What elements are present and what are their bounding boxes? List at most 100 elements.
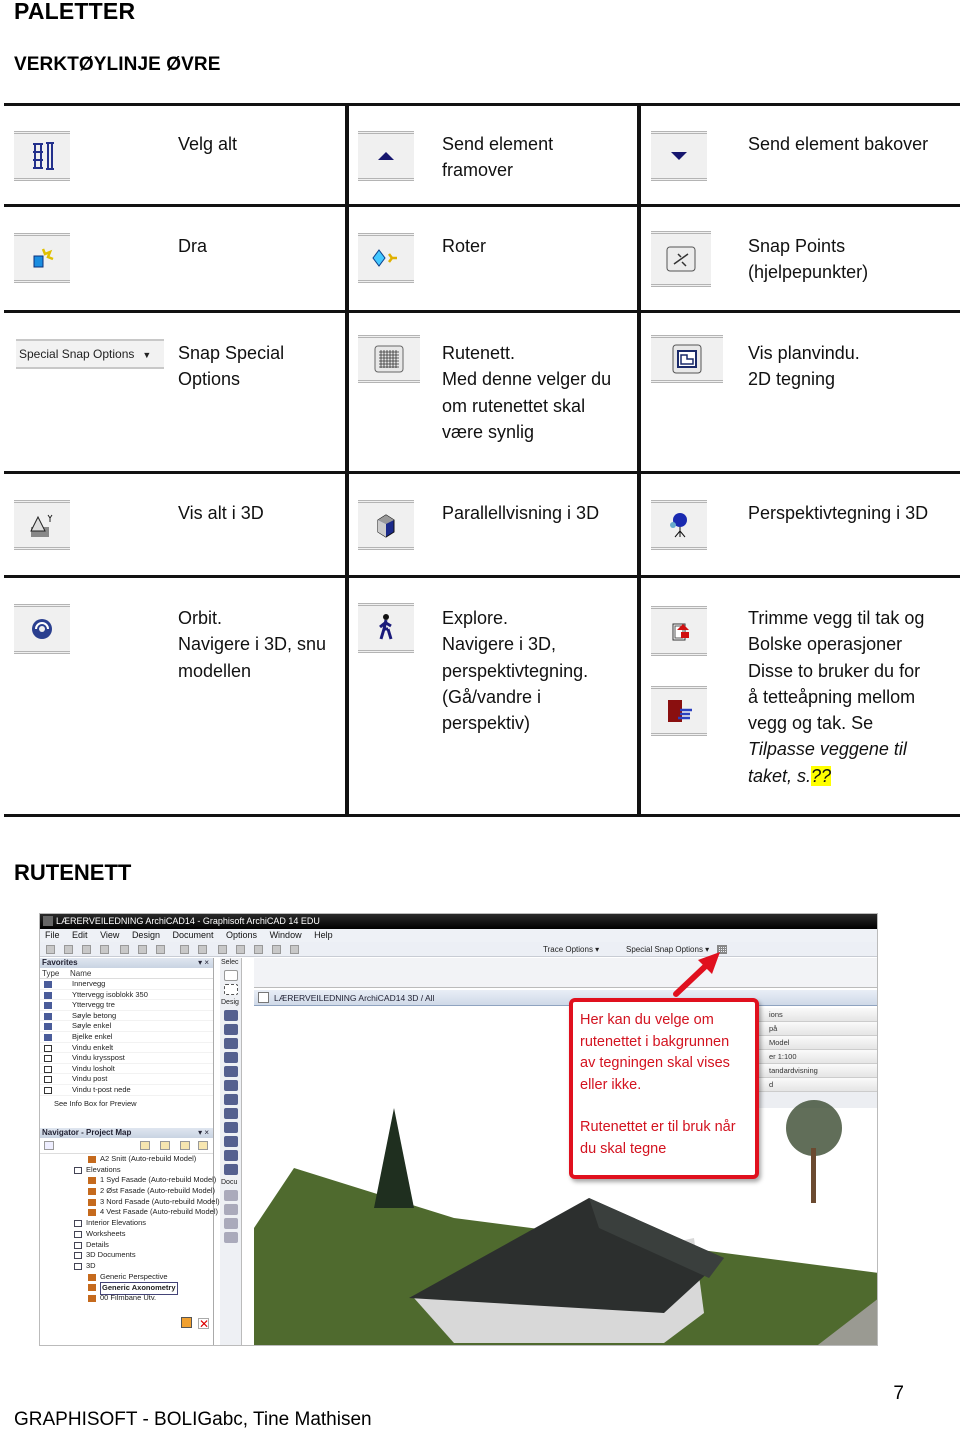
window-icon (44, 1044, 52, 1052)
teamwork-icon[interactable] (120, 945, 129, 954)
section-heading-grid: RUTENETT (14, 860, 132, 885)
tree-item[interactable]: Generic Perspective (40, 1272, 213, 1283)
delete-icon[interactable] (272, 945, 281, 954)
arrow-tool-icon[interactable] (223, 970, 238, 981)
list-item[interactable]: Vindu t-post nede (40, 1085, 213, 1096)
wall-tool-icon[interactable] (223, 1010, 238, 1021)
label-tool-icon[interactable] (223, 1232, 238, 1243)
tree-item[interactable]: Worksheets (40, 1229, 213, 1240)
tree-item[interactable]: Details (40, 1240, 213, 1251)
view-map-icon[interactable] (160, 1141, 170, 1150)
menu-file[interactable]: File (45, 930, 60, 940)
door-tool-icon[interactable] (223, 1024, 238, 1035)
text-tool-icon[interactable] (223, 1218, 238, 1229)
tree-item[interactable]: 3D (40, 1261, 213, 1272)
tree-item[interactable]: 3D Documents (40, 1250, 213, 1261)
list-item[interactable]: Vindu enkelt (40, 1043, 213, 1054)
new-file-icon[interactable] (46, 945, 55, 954)
list-item[interactable]: Bjelke enkel (40, 1032, 213, 1043)
mesh-tool-icon[interactable] (223, 1122, 238, 1133)
tool-label: Vis planvindu. 2D tegning (748, 343, 860, 390)
tool-label: Perspektivtegning i 3D (748, 503, 929, 523)
tree-item[interactable]: Generic Axonometry (40, 1282, 213, 1295)
save-icon[interactable] (82, 945, 91, 954)
list-item[interactable]: Yttervegg tre (40, 1000, 213, 1011)
list-item[interactable]: Vindu post (40, 1074, 213, 1085)
menu-view[interactable]: View (100, 930, 119, 940)
page-number: 7 (893, 1383, 904, 1404)
delete-icon[interactable]: ✕ (198, 1318, 209, 1330)
close-icon[interactable]: ▾ × (198, 1128, 209, 1138)
list-item[interactable]: Vindu krysspost (40, 1053, 213, 1064)
tree-item[interactable]: 1 Syd Fasade (Auto-rebuild Model) (40, 1175, 216, 1186)
beam-tool-icon[interactable] (223, 1066, 238, 1077)
tree-item[interactable]: 4 Vest Fasade (Auto-rebuild Model) (40, 1207, 218, 1218)
tree-item-label: Worksheets (86, 1228, 126, 1238)
tree-item[interactable]: A2 Snitt (Auto-rebuild Model) (40, 1154, 213, 1165)
view-icon (88, 1188, 96, 1196)
tool-label: Dra (178, 236, 208, 256)
tree-item[interactable]: Elevations (40, 1165, 213, 1176)
list-item[interactable]: Søyle enkel (40, 1021, 213, 1032)
table-divider (4, 310, 960, 313)
3d-window-tab[interactable]: LÆRERVEILEDNING ArchiCAD14 3D / All (254, 990, 877, 1006)
object-tool-icon[interactable] (223, 1150, 238, 1161)
list-item[interactable]: Innervegg (40, 979, 213, 990)
level-dimension-tool-icon[interactable] (223, 1204, 238, 1215)
column-tool-icon[interactable] (223, 1080, 238, 1091)
publisher-icon[interactable] (198, 1141, 208, 1150)
view-icon (88, 1209, 96, 1217)
list-item[interactable]: Vindu losholt (40, 1064, 213, 1075)
boolean-operations-icon (651, 686, 707, 736)
slab-tool-icon[interactable] (223, 1094, 238, 1105)
info-icon[interactable] (156, 945, 165, 954)
explore-walk-icon (358, 603, 414, 653)
info-row: på (755, 1022, 877, 1036)
menu-help[interactable]: Help (314, 930, 333, 940)
stair-tool-icon[interactable] (223, 1108, 238, 1119)
open-file-icon[interactable] (64, 945, 73, 954)
column-icon (44, 1012, 52, 1020)
toolbox-select-label: Selec (221, 959, 239, 966)
tree-item[interactable]: 2 Øst Fasade (Auto-rebuild Model) (40, 1186, 215, 1197)
new-folder-icon[interactable] (180, 1317, 192, 1328)
copy-icon[interactable] (236, 945, 245, 954)
close-icon[interactable]: ▾ × (198, 958, 209, 968)
trace-options-dropdown[interactable]: Trace Options ▾ (543, 942, 599, 957)
tool-label: Snap Points (hjelpepunkter) (748, 236, 869, 283)
save-as-icon[interactable] (100, 945, 109, 954)
list-item[interactable]: Yttervegg isoblokk 350 (40, 990, 213, 1001)
undo-icon[interactable] (180, 945, 189, 954)
favorites-header: Favorites ▾ × (40, 958, 213, 968)
menu-design[interactable]: Design (132, 930, 160, 940)
tree (786, 1100, 842, 1203)
cut-icon[interactable] (218, 945, 227, 954)
marquee-tool-icon[interactable] (223, 984, 238, 995)
tool-label: Parallellvisning i 3D (442, 503, 600, 523)
menu-window[interactable]: Window (270, 930, 302, 940)
project-map-icon[interactable] (140, 1141, 150, 1150)
window-tool-icon[interactable] (223, 1038, 238, 1049)
navigator-menu-icon[interactable] (44, 1141, 54, 1150)
beam-icon (44, 1033, 52, 1041)
roof-tool-icon[interactable] (223, 1052, 238, 1063)
layout-book-icon[interactable] (180, 1141, 190, 1150)
menu-options[interactable]: Options (226, 930, 257, 940)
tree-item[interactable]: 00 Filmbane Utv. (40, 1293, 213, 1304)
menu-document[interactable]: Document (172, 930, 213, 940)
view-icon (88, 1294, 96, 1302)
page-title: PALETTER (14, 0, 136, 24)
paste-icon[interactable] (254, 945, 263, 954)
list-item[interactable]: Søyle betong (40, 1011, 213, 1022)
lamp-tool-icon[interactable] (223, 1164, 238, 1175)
print-icon[interactable] (138, 945, 147, 954)
select-all-icon[interactable] (290, 945, 299, 954)
select-all-icon (14, 131, 70, 181)
tree-item[interactable]: Interior Elevations (40, 1218, 213, 1229)
zone-tool-icon[interactable] (223, 1136, 238, 1147)
tree-item[interactable]: 3 Nord Fasade (Auto-rebuild Model) (40, 1197, 220, 1208)
dimension-tool-icon[interactable] (223, 1190, 238, 1201)
menu-edit[interactable]: Edit (72, 930, 88, 940)
redo-icon[interactable] (198, 945, 207, 954)
3d-toolbar (254, 958, 877, 988)
